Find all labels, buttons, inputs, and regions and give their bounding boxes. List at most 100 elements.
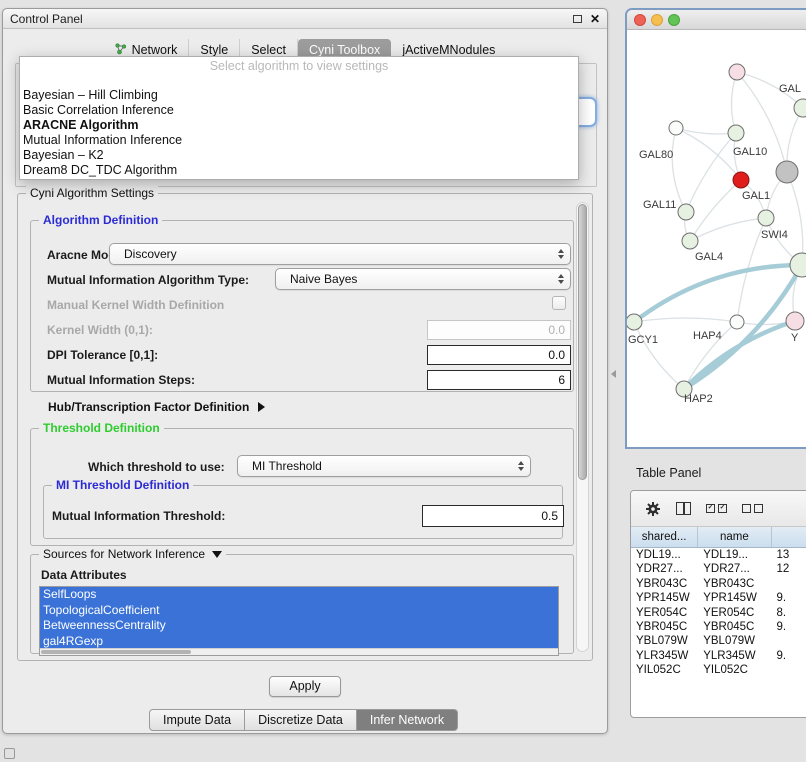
- network-node[interactable]: [728, 125, 744, 141]
- gear-icon: [645, 501, 661, 517]
- node-label: HAP4: [693, 330, 722, 342]
- manual-kernel-checkbox[interactable]: [552, 296, 566, 310]
- network-node[interactable]: [627, 314, 642, 330]
- network-canvas[interactable]: GALGAL80GAL10GAL11GAL1SWI4GAL4GCY1HAP4HA…: [627, 30, 806, 447]
- table-cell: YDL19...: [698, 548, 771, 562]
- algorithm-option[interactable]: Mutual Information Inference: [20, 133, 578, 148]
- network-node[interactable]: [776, 161, 798, 183]
- threshold-definition-group: Threshold Definition Which threshold to …: [30, 428, 574, 546]
- algorithm-option[interactable]: Dream8 DC_TDC Algorithm: [20, 163, 578, 178]
- table-cell: YPR145W: [631, 591, 698, 605]
- which-threshold-select[interactable]: MI Threshold: [237, 455, 531, 477]
- column-selector-button[interactable]: [676, 502, 691, 515]
- splitter-collapse-icon[interactable]: [611, 370, 616, 378]
- sources-group: Sources for Network Inference Data Attri…: [30, 554, 574, 654]
- scrollbar-thumb[interactable]: [578, 204, 587, 480]
- attribute-item-selected[interactable]: BetweennessCentrality: [40, 618, 558, 634]
- close-window-icon[interactable]: ✕: [590, 13, 600, 25]
- network-edge[interactable]: [634, 322, 684, 389]
- sources-title[interactable]: Sources for Network Inference: [39, 547, 226, 561]
- aracne-mode-select[interactable]: Discovery: [109, 243, 571, 265]
- table-row[interactable]: YER054CYER054C8.: [631, 606, 806, 620]
- minimize-traffic-light[interactable]: [651, 14, 663, 26]
- mi-steps-field[interactable]: 6: [427, 370, 571, 390]
- tab-infer-network[interactable]: Infer Network: [357, 709, 458, 731]
- mi-threshold-field[interactable]: 0.5: [422, 505, 564, 527]
- algorithm-option[interactable]: Basic Correlation Inference: [20, 103, 578, 118]
- table-row[interactable]: YLR345WYLR345W9.: [631, 649, 806, 663]
- close-traffic-light[interactable]: [634, 14, 646, 26]
- table-cell: YBR043C: [698, 577, 771, 591]
- column-header[interactable]: shared...: [631, 527, 698, 547]
- data-attributes-list[interactable]: SelfLoops TopologicalCoefficient Between…: [39, 586, 559, 656]
- table-row[interactable]: YDR27...YDR27...12: [631, 562, 806, 576]
- settings-scrollbar[interactable]: [576, 202, 589, 652]
- attribute-item-selected[interactable]: SelfLoops: [40, 587, 558, 603]
- column-header[interactable]: [772, 527, 806, 547]
- network-edge[interactable]: [690, 218, 766, 241]
- select-all-rows-button[interactable]: ✓ ✓: [706, 504, 727, 513]
- expanded-arrow-icon[interactable]: [212, 551, 222, 558]
- mi-steps-label: Mutual Information Steps:: [47, 373, 195, 387]
- network-node[interactable]: [729, 64, 745, 80]
- mi-type-select[interactable]: Naive Bayes: [275, 268, 571, 290]
- window-title: Control Panel: [10, 12, 83, 26]
- collapsed-panel-icon[interactable]: [4, 748, 15, 759]
- algorithm-option[interactable]: Bayesian – Hill Climbing: [20, 88, 578, 103]
- network-edge[interactable]: [690, 180, 741, 241]
- attribute-item-selected[interactable]: TopologicalCoefficient: [40, 603, 558, 619]
- network-edge[interactable]: [634, 318, 737, 322]
- node-label: GAL80: [639, 149, 673, 161]
- table-cell: YIL052C: [698, 663, 771, 677]
- network-window-titlebar[interactable]: [627, 10, 806, 30]
- table-cell: 9.: [771, 649, 806, 663]
- collapsed-arrow-icon[interactable]: [258, 402, 265, 412]
- network-edge[interactable]: [686, 133, 736, 212]
- column-header[interactable]: name: [698, 527, 771, 547]
- mi-threshold-label: Mutual Information Threshold:: [52, 509, 225, 523]
- attributes-horizontal-scrollbar[interactable]: [40, 648, 558, 655]
- attribute-item-selected[interactable]: gal4RGexp: [40, 634, 558, 650]
- scrollbar-thumb[interactable]: [41, 650, 191, 654]
- stepper-arrows-icon: [558, 249, 564, 259]
- tab-impute-data[interactable]: Impute Data: [149, 709, 245, 731]
- hub-transcription-section[interactable]: Hub/Transcription Factor Definition: [48, 400, 265, 414]
- dpi-tolerance-field[interactable]: 0.0: [427, 345, 571, 365]
- table-row[interactable]: YBR045CYBR045C9.: [631, 620, 806, 634]
- data-attributes-label: Data Attributes: [41, 568, 127, 582]
- algorithm-option[interactable]: Bayesian – K2: [20, 148, 578, 163]
- table-row[interactable]: YBR043CYBR043C: [631, 577, 806, 591]
- table-row[interactable]: YDL19...YDL19...13: [631, 548, 806, 562]
- network-node[interactable]: [669, 121, 683, 135]
- network-node[interactable]: [682, 233, 698, 249]
- table-cell: YBR045C: [698, 620, 771, 634]
- table-settings-gear-button[interactable]: [645, 501, 661, 517]
- table-row[interactable]: YIL052CYIL052C: [631, 663, 806, 677]
- table-cell: YDR27...: [631, 562, 698, 576]
- aracne-mode-value: Discovery: [124, 247, 177, 261]
- apply-button[interactable]: Apply: [269, 676, 341, 697]
- network-node[interactable]: [730, 315, 744, 329]
- table-row[interactable]: YBL079WYBL079W: [631, 634, 806, 648]
- mi-threshold-definition-group: MI Threshold Definition Mutual Informati…: [43, 485, 563, 539]
- network-node[interactable]: [786, 312, 804, 330]
- network-graph[interactable]: GALGAL80GAL10GAL11GAL1SWI4GAL4GCY1HAP4HA…: [627, 30, 806, 447]
- deselect-all-rows-button[interactable]: [742, 504, 763, 513]
- tab-discretize-data[interactable]: Discretize Data: [245, 709, 357, 731]
- network-node[interactable]: [733, 172, 749, 188]
- algorithm-option-selected[interactable]: ARACNE Algorithm: [20, 118, 578, 133]
- network-edge[interactable]: [634, 265, 802, 322]
- algorithm-dropdown-popup: Select algorithm to view settings Bayesi…: [19, 56, 579, 180]
- kernel-width-field[interactable]: 0.0: [427, 320, 571, 340]
- network-node[interactable]: [758, 210, 774, 226]
- network-edge[interactable]: [731, 72, 737, 133]
- float-window-icon[interactable]: [573, 15, 582, 23]
- network-node[interactable]: [678, 204, 694, 220]
- dpi-tolerance-label: DPI Tolerance [0,1]:: [47, 348, 158, 362]
- manual-kernel-label: Manual Kernel Width Definition: [47, 298, 224, 312]
- table-row[interactable]: YPR145WYPR145W9.: [631, 591, 806, 605]
- network-edge[interactable]: [787, 172, 803, 265]
- zoom-traffic-light[interactable]: [668, 14, 680, 26]
- table-panel-window: ✓ ✓ shared... name YDL19...YDL19...13YDR…: [630, 490, 806, 718]
- control-panel-titlebar[interactable]: Control Panel ✕: [3, 9, 607, 29]
